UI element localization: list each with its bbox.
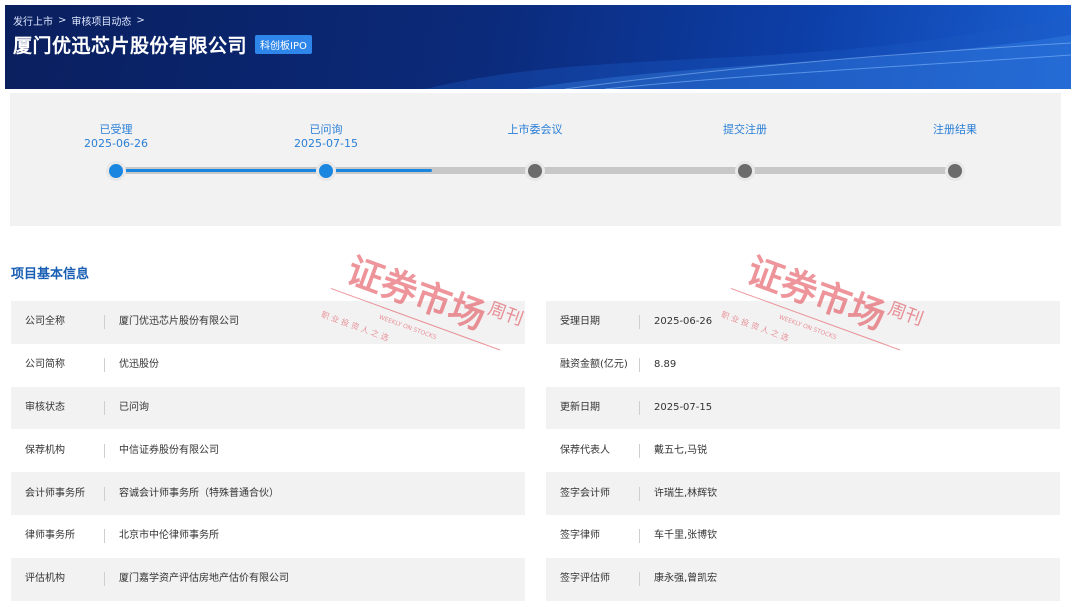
- step-dot-listing-committee: [525, 161, 545, 181]
- chevron-right-icon: >: [58, 15, 67, 26]
- progress-step-submit-registration: 提交注册: [675, 123, 815, 137]
- step-label: 已受理: [99, 123, 133, 136]
- info-row-accept-date: 受理日期 2025-06-26: [546, 301, 1060, 344]
- info-label: 会计师事务所: [11, 486, 105, 501]
- info-value: 北京市中伦律师事务所: [119, 530, 219, 542]
- title-row: 厦门优迅芯片股份有限公司 科创板IPO: [13, 31, 312, 58]
- breadcrumb: 发行上市 > 审核项目动态 >: [13, 13, 145, 28]
- step-date: 2025-07-15: [294, 137, 358, 150]
- info-row-signing-accountant: 签字会计师 许瑞生,林辉钦: [546, 472, 1060, 515]
- info-row-short-name: 公司简称 优迅股份: [11, 344, 525, 387]
- info-row-review-status: 审核状态 已问询: [11, 386, 525, 430]
- info-row-update-date: 更新日期 2025-07-15: [546, 386, 1060, 430]
- info-label: 评估机构: [11, 572, 105, 587]
- breadcrumb-item-review-news[interactable]: 审核项目动态: [71, 13, 131, 28]
- progress-step-listing-committee: 上市委会议: [465, 123, 605, 137]
- section-title: 项目基本信息: [11, 267, 90, 282]
- progress-track-fill: [114, 169, 432, 172]
- info-label: 签字会计师: [546, 486, 640, 501]
- info-row-appraisal-firm: 评估机构 厦门嘉学资产评估房地产估价有限公司: [11, 557, 525, 601]
- info-value: 厦门嘉学资产评估房地产估价有限公司: [119, 573, 289, 585]
- info-label: 保荐机构: [11, 443, 105, 458]
- info-value: 许瑞生,林辉钦: [654, 487, 718, 499]
- info-label: 签字评估师: [546, 572, 640, 587]
- info-label: 公司全称: [11, 315, 105, 330]
- step-label: 提交注册: [723, 123, 767, 136]
- info-label: 更新日期: [546, 400, 640, 415]
- info-row-company-name: 公司全称 厦门优迅芯片股份有限公司: [11, 301, 525, 344]
- progress-step-registration-result: 注册结果: [885, 123, 1025, 137]
- step-label: 注册结果: [933, 123, 977, 136]
- info-value: 戴五七,马锐: [654, 444, 708, 456]
- step-dot-registration-result: [945, 161, 965, 181]
- review-progress-panel: 已受理 2025-06-26 已问询 2025-07-15 上市委会议 提交注册…: [10, 93, 1061, 226]
- chevron-right-icon: >: [136, 15, 145, 26]
- step-label: 上市委会议: [507, 123, 563, 136]
- info-row-law-firm: 律师事务所 北京市中伦律师事务所: [11, 515, 525, 558]
- info-row-sponsor: 保荐机构 中信证券股份有限公司: [11, 429, 525, 472]
- header-banner: 发行上市 > 审核项目动态 > 厦门优迅芯片股份有限公司 科创板IPO: [5, 5, 1071, 89]
- info-row-signing-lawyer: 签字律师 车千里,张博钦: [546, 515, 1060, 558]
- info-table-left: 公司全称 厦门优迅芯片股份有限公司 公司简称 优迅股份 审核状态 已问询 保荐机…: [11, 301, 525, 601]
- step-date: 2025-06-26: [84, 137, 148, 150]
- info-row-accounting-firm: 会计师事务所 容诚会计师事务所（特殊普通合伙）: [11, 472, 525, 515]
- info-value: 8.89: [654, 359, 677, 371]
- info-value: 车千里,张博钦: [654, 530, 718, 542]
- info-value: 容诚会计师事务所（特殊普通合伙）: [119, 487, 279, 499]
- info-value: 中信证券股份有限公司: [119, 444, 219, 456]
- info-value: 已问询: [119, 401, 149, 413]
- progress-step-accepted: 已受理 2025-06-26: [46, 123, 186, 151]
- progress-step-inquired: 已问询 2025-07-15: [256, 123, 396, 151]
- info-value: 厦门优迅芯片股份有限公司: [119, 316, 239, 328]
- info-table-right: 受理日期 2025-06-26 融资金额(亿元) 8.89 更新日期 2025-…: [546, 301, 1060, 601]
- info-row-sponsor-representative: 保荐代表人 戴五七,马锐: [546, 429, 1060, 472]
- info-label: 审核状态: [11, 400, 105, 415]
- info-label: 融资金额(亿元): [546, 358, 640, 373]
- info-label: 签字律师: [546, 529, 640, 544]
- info-value: 2025-07-15: [654, 401, 713, 413]
- info-label: 律师事务所: [11, 529, 105, 544]
- step-dot-submit-registration: [735, 161, 755, 181]
- info-row-signing-appraiser: 签字评估师 康永强,曾凯宏: [546, 557, 1060, 601]
- info-label: 公司简称: [11, 358, 105, 373]
- info-row-financing-amount: 融资金额(亿元) 8.89: [546, 344, 1060, 387]
- breadcrumb-item-ipo[interactable]: 发行上市: [13, 13, 53, 28]
- info-label: 受理日期: [546, 315, 640, 330]
- step-label: 已问询: [309, 123, 343, 136]
- info-value: 康永强,曾凯宏: [654, 573, 718, 585]
- info-value: 优迅股份: [119, 359, 159, 371]
- page-title: 厦门优迅芯片股份有限公司: [13, 35, 248, 57]
- info-label: 保荐代表人: [546, 443, 640, 458]
- step-dot-inquired: [316, 161, 336, 181]
- board-badge: 科创板IPO: [255, 35, 312, 54]
- info-value: 2025-06-26: [654, 316, 713, 328]
- step-dot-accepted: [106, 161, 126, 181]
